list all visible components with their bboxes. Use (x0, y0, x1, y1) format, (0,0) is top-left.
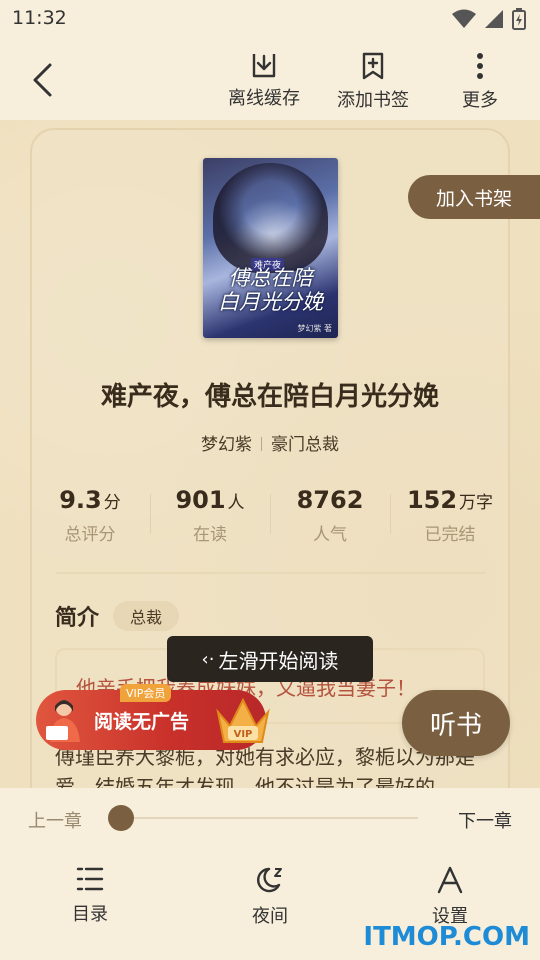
swipe-hint-tooltip: ‹· 左滑开始阅读 (167, 636, 373, 682)
status-icons (452, 8, 526, 30)
next-chapter-button[interactable]: 下一章 (458, 807, 512, 833)
cover-author: 梦幻紫 著 (297, 324, 332, 333)
chapter-progress-track[interactable] (120, 817, 418, 819)
more-button[interactable]: 更多 (462, 52, 498, 112)
download-icon (252, 54, 276, 78)
stat-popularity-value: 8762 (296, 486, 364, 514)
battery-icon (512, 8, 526, 30)
signal-icon (485, 10, 503, 28)
stat-rating-label: 总评分 (64, 525, 116, 545)
more-vertical-icon (477, 53, 483, 79)
bookmark-add-icon (362, 52, 384, 80)
stat-wordcount-label: 已完结 (424, 525, 476, 545)
night-mode-button[interactable]: 夜间 (230, 866, 310, 928)
prev-chapter-button[interactable]: 上一章 (28, 807, 82, 833)
stat-wordcount: 152 万字 已完结 (390, 486, 510, 550)
cover-art (213, 163, 328, 273)
category-name[interactable]: 豪门总裁 (271, 435, 339, 455)
back-arrow-icon[interactable] (28, 62, 58, 98)
intro-tag[interactable]: 总裁 (113, 601, 180, 631)
author-name[interactable]: 梦幻紫 (201, 435, 252, 455)
font-settings-icon (437, 866, 463, 894)
meta-divider (261, 437, 262, 451)
book-detail-content: 加入书架 难产夜 傅总在陪 白月光分娩 梦幻紫 著 难产夜，傅总在陪白月光分娩 … (0, 120, 540, 788)
vip-text: 阅读无广告 (94, 711, 190, 733)
stat-popularity-label: 人气 (313, 525, 347, 545)
watermark: ITMOP.COM (363, 922, 530, 952)
night-mode-label: 夜间 (252, 906, 288, 927)
stat-rating-value: 9.3 (59, 486, 102, 514)
vip-crown-icon: VIP (216, 697, 270, 743)
swipe-left-icon: ‹· (201, 648, 215, 670)
book-title: 难产夜，傅总在陪白月光分娩 (100, 382, 439, 412)
list-icon (76, 867, 104, 891)
stat-rating: 9.3 分 总评分 (30, 486, 150, 550)
stat-readers-unit: 人 (227, 493, 245, 513)
moon-icon (257, 867, 282, 893)
cover-title-line2: 白月光分娩 (218, 290, 323, 314)
wifi-icon (452, 9, 476, 28)
intro-title: 简介 (55, 606, 100, 631)
divider (56, 572, 486, 574)
toc-label: 目录 (72, 904, 108, 925)
book-meta: 梦幻紫 豪门总裁 (0, 430, 540, 455)
top-toolbar: 离线缓存 添加书签 更多 (0, 38, 540, 120)
book-stats: 9.3 分 总评分 901 人 在读 8762 人气 152 万字 已完结 (30, 486, 510, 550)
add-bookmark-button[interactable]: 添加书签 (337, 52, 409, 112)
listen-button[interactable]: 听书 (402, 690, 510, 756)
settings-button[interactable]: 设置 (410, 866, 490, 928)
add-bookmark-label: 添加书签 (337, 90, 409, 111)
add-to-shelf-button[interactable]: 加入书架 (408, 175, 540, 219)
intro-header: 简介 总裁 (55, 600, 180, 632)
status-bar: 11:32 (0, 0, 540, 38)
offline-cache-label: 离线缓存 (228, 88, 300, 109)
toc-button[interactable]: 目录 (50, 866, 130, 926)
bottom-nav: 目录 夜间 设置 ITMOP.COM (0, 848, 540, 960)
status-time: 11:32 (12, 7, 67, 29)
chapter-nav: 上一章 下一章 (0, 788, 540, 848)
stat-rating-unit: 分 (103, 493, 121, 513)
stat-readers: 901 人 在读 (150, 486, 270, 550)
cover-title-line1: 傅总在陪 (228, 266, 313, 290)
svg-text:VIP: VIP (234, 729, 253, 740)
stat-wordcount-value: 152 (406, 486, 458, 514)
offline-cache-button[interactable]: 离线缓存 (228, 52, 300, 110)
vip-ad-banner[interactable]: VIP会员 阅读无广告 VIP (36, 684, 270, 750)
stat-readers-value: 901 (175, 486, 226, 514)
more-label: 更多 (462, 90, 498, 111)
book-cover[interactable]: 难产夜 傅总在陪 白月光分娩 梦幻紫 著 (203, 158, 338, 338)
reader-illustration-icon (46, 700, 80, 742)
vip-tag: VIP会员 (120, 684, 172, 702)
swipe-hint-text: 左滑开始阅读 (218, 648, 339, 673)
chapter-progress-thumb[interactable] (108, 805, 134, 831)
stat-popularity: 8762 人气 (270, 486, 390, 550)
stat-readers-label: 在读 (193, 525, 227, 545)
cover-title: 傅总在陪 白月光分娩 (203, 266, 338, 314)
stat-wordcount-unit: 万字 (459, 493, 494, 513)
